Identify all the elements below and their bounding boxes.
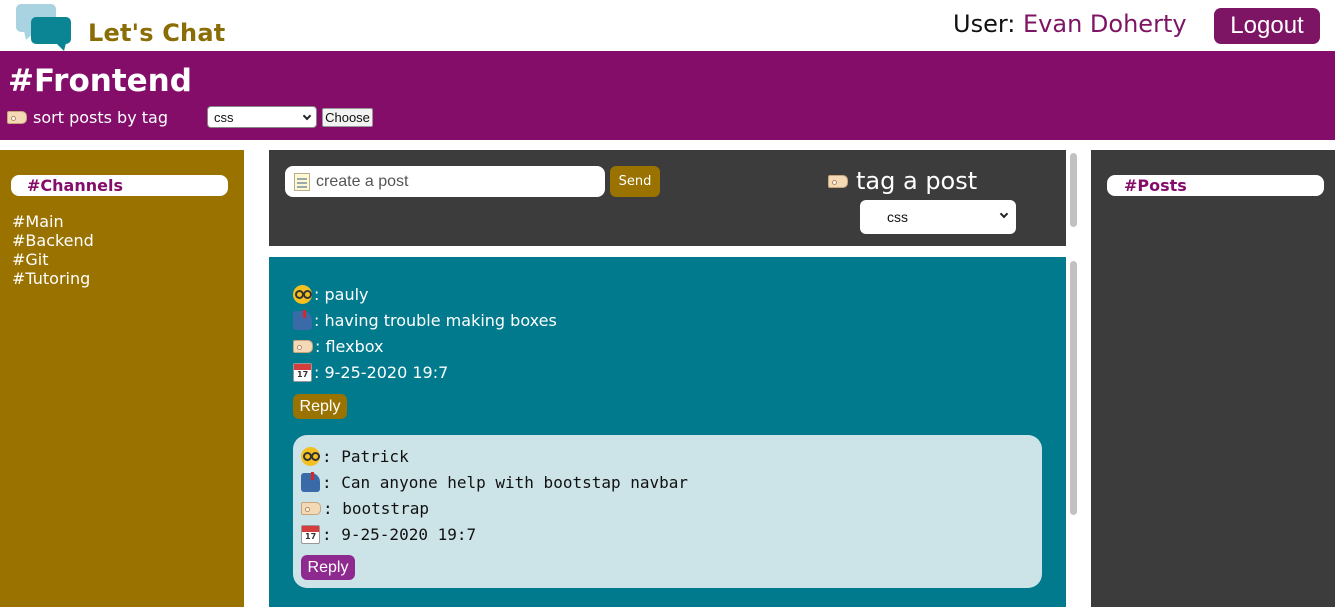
label-tag-icon [7,110,27,124]
composer-scroll-thumb[interactable] [1070,153,1077,227]
reply-date: : 9-25-2020 19:7 [301,525,476,544]
user-label: User: [953,10,1016,38]
reply-message: : Can anyone help with bootstap navbar [301,472,689,492]
post-message: : having trouble making boxes [293,310,557,330]
label-tag-icon [828,174,848,188]
nerd-face-icon [293,285,312,304]
post-message-text: : having trouble making boxes [314,311,557,330]
user-info: User: Evan Doherty [953,10,1187,38]
post-author-text: : pauly [314,285,369,304]
reply-date-text: : 9-25-2020 19:7 [322,525,477,544]
sort-row: sort posts by tag [7,106,168,128]
create-post-placeholder: create a post [316,172,409,190]
post-date: : 9-25-2020 19:7 [293,363,448,382]
top-header: Let's Chat User: Evan Doherty Logout [0,0,1335,51]
post-tag-text: : flexbox [315,337,384,356]
post-composer: create a post Send tag a post css [269,150,1066,246]
channels-heading: #Channels [11,175,228,196]
post-tag: : flexbox [293,337,384,356]
tag-post-row: tag a post [828,166,977,196]
sort-tag-select[interactable]: css [207,106,317,128]
tag-post-label: tag a post [856,167,978,195]
chevron-down-icon [999,209,1009,219]
channels-sidebar: #Channels #Main #Backend #Git #Tutoring [0,150,244,607]
chat-bubbles-icon [16,4,71,51]
sort-label: sort posts by tag [33,107,168,127]
channel-list: #Main #Backend #Git #Tutoring [12,212,94,288]
sidebar-item-main[interactable]: #Main [12,212,94,231]
nerd-face-icon [301,447,320,466]
reply-button[interactable]: Reply [293,394,347,419]
memo-icon [294,172,310,191]
reply-tag-text: : bootstrap [323,499,429,518]
label-tag-icon [301,502,321,515]
channel-title: #Frontend [8,63,192,99]
sort-tag-selected: css [214,109,234,125]
channel-header: #Frontend sort posts by tag css Choose [0,51,1335,140]
posts-heading: #Posts [1107,175,1324,196]
post-date-text: : 9-25-2020 19:7 [314,363,449,382]
reply-button[interactable]: Reply [301,555,355,580]
sidebar-item-backend[interactable]: #Backend [12,231,94,250]
reply-author: : Patrick [301,447,409,466]
tag-post-selected: css [887,209,908,225]
mailbox-icon [301,472,320,492]
sidebar-item-git[interactable]: #Git [12,250,94,269]
choose-button[interactable]: Choose [322,108,373,127]
calendar-icon [293,363,312,382]
label-tag-icon [293,340,313,353]
posts-sidebar: #Posts [1091,150,1335,607]
feed-scroll-thumb[interactable] [1070,261,1077,515]
chevron-down-icon [302,111,312,121]
calendar-icon [301,525,320,544]
mailbox-icon [293,310,312,330]
create-post-input[interactable]: create a post [285,166,605,197]
reply-author-text: : Patrick [322,447,409,466]
user-name: Evan Doherty [1023,10,1187,38]
send-button[interactable]: Send [610,166,660,197]
reply-message-text: : Can anyone help with bootstap navbar [322,473,689,492]
sidebar-item-tutoring[interactable]: #Tutoring [12,269,94,288]
reply-tag: : bootstrap [301,499,429,518]
app-title: Let's Chat [88,19,226,47]
post-author: : pauly [293,285,369,304]
tag-post-select[interactable]: css [860,200,1016,234]
logout-button[interactable]: Logout [1214,8,1320,44]
